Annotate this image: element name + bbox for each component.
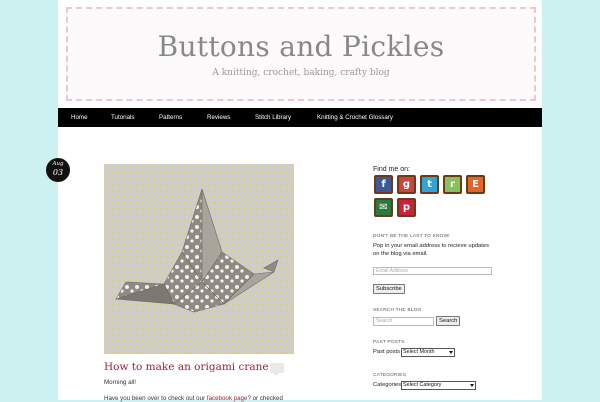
nav-item-reviews[interactable]: Reviews: [207, 114, 230, 121]
post-date-day: 03: [52, 168, 64, 177]
nav-item-patterns[interactable]: Patterns: [159, 114, 182, 121]
archive-month-selected: Select Month: [403, 349, 435, 355]
categories-widget-title: CATEGORIES: [373, 373, 407, 378]
past-posts-label: Past posts: [373, 349, 401, 355]
nav-item-home[interactable]: Home: [71, 114, 88, 121]
past-posts-widget-title: PAST POSTS: [373, 340, 405, 345]
chevron-down-icon: [470, 384, 474, 387]
subscribe-widget-title: DON'T BE THE LAST TO KNOW!: [373, 234, 450, 239]
nav-item-stitch-library[interactable]: Stitch Library: [255, 114, 291, 121]
etsy-icon[interactable]: E: [466, 175, 485, 194]
post-body-line: Have you been over to check out our face…: [104, 395, 283, 402]
ravelry-icon[interactable]: r: [443, 175, 462, 194]
subscribe-text-line1: Pop in your email address to recieve upd…: [373, 243, 490, 249]
search-button[interactable]: Search: [436, 316, 461, 326]
facebook-page-link[interactable]: facebook page: [207, 395, 248, 402]
post-body-suffix: ? or checked: [247, 395, 283, 402]
nav-item-glossary[interactable]: Knitting & Crochet Glossary: [317, 114, 393, 121]
search-widget-title: SEARCH THE BLOG: [373, 308, 422, 313]
post-body-prefix: Have you been over to check out our: [104, 395, 207, 402]
chevron-down-icon: [449, 351, 453, 354]
site-tagline: A knitting, crochet, baking, crafty blog: [212, 68, 390, 78]
categories-label: Categories: [373, 382, 402, 388]
category-select[interactable]: Select Category: [401, 381, 476, 390]
twitter-icon[interactable]: t: [420, 175, 439, 194]
subscribe-text-line2: on the blog via email.: [373, 251, 428, 257]
pinterest-icon[interactable]: p: [397, 198, 416, 217]
post-title-link[interactable]: How to make an origami crane: [104, 361, 269, 373]
find-me-label: Find me on:: [373, 166, 410, 173]
origami-crane-image: [115, 188, 279, 313]
post-date-month: Aug: [52, 161, 64, 167]
email-field[interactable]: Email Address: [373, 267, 492, 275]
nav-item-tutorials[interactable]: Tutorials: [111, 114, 135, 121]
post-featured-image[interactable]: [104, 164, 294, 354]
facebook-icon[interactable]: f: [374, 175, 393, 194]
comment-bubble-icon[interactable]: [270, 363, 284, 376]
email-icon[interactable]: ✉: [374, 198, 393, 217]
subscribe-button[interactable]: Subscribe: [373, 284, 405, 294]
post-intro: Morning all!: [104, 379, 136, 386]
archive-month-select[interactable]: Select Month: [401, 348, 455, 357]
post-date-badge: Aug 03: [46, 158, 70, 182]
google-plus-icon[interactable]: g: [397, 175, 416, 194]
main-navigation: Home Tutorials Patterns Reviews Stitch L…: [58, 108, 542, 127]
search-input[interactable]: Search: [373, 317, 434, 326]
site-title[interactable]: Buttons and Pickles: [66, 30, 536, 63]
category-selected: Select Category: [403, 382, 442, 388]
